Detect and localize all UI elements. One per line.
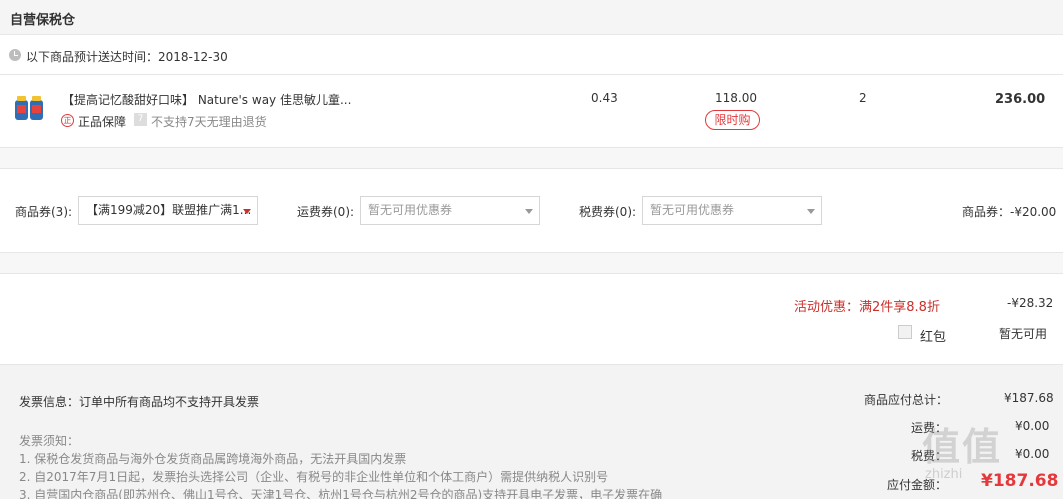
tax-coupon-placeholder: 暂无可用优惠券 xyxy=(650,203,735,217)
clock-icon xyxy=(9,49,21,61)
tax-value: 0.43 xyxy=(591,91,618,105)
delivery-time: 以下商品预计送达时间：2018-12-30 xyxy=(26,50,228,64)
goods-coupon-discount: 商品券：-¥20.00 xyxy=(962,205,1057,219)
promotion-label: 活动优惠：满2件享8.8折 xyxy=(794,300,940,315)
section-header: 自营保税仓 xyxy=(0,0,1063,35)
goods-coupon-label: 商品券(3): xyxy=(15,205,73,219)
invoice-notice-title: 发票须知： xyxy=(19,434,80,448)
goods-total-label: 商品应付总计： xyxy=(864,393,949,407)
return-policy-label: 不支持7天无理由退货 xyxy=(151,115,267,129)
goods-coupon-selected: 【满199减20】联盟推广满1... xyxy=(86,203,252,217)
invoice-notice-item: 2. 自2017年7月1日起，发票抬头选择公司（企业、有税号的非企业性单位和个体… xyxy=(19,470,609,484)
shipping-fee-value: ¥0.00 xyxy=(1015,419,1050,433)
product-thumbnail[interactable] xyxy=(14,91,46,123)
invoice-notice-item: 3. 自营国内仓商品(即苏州仓、佛山1号仓、天津1号仓、杭州1号仓与杭州2号仓的… xyxy=(19,488,663,499)
goods-total-value: ¥187.68 xyxy=(1004,391,1054,405)
redpacket-status: 暂无可用 xyxy=(999,327,1048,341)
chevron-down-icon xyxy=(525,209,533,214)
spacer xyxy=(0,253,1063,273)
tax-coupon-select[interactable]: 暂无可用优惠券 xyxy=(642,196,822,225)
divider xyxy=(0,168,1063,169)
section-title: 自营保税仓 xyxy=(10,13,76,28)
invoice-info: 发票信息：订单中所有商品均不支持开具发票 xyxy=(19,395,260,409)
chevron-down-icon xyxy=(807,209,815,214)
goods-coupon-select[interactable]: 【满199减20】联盟推广满1... xyxy=(78,196,258,225)
redpacket-checkbox[interactable] xyxy=(898,325,912,339)
spacer xyxy=(0,148,1063,168)
watermark: 值值 xyxy=(922,425,1003,469)
quantity: 2 xyxy=(859,91,867,105)
payable-value: ¥187.68 xyxy=(981,471,1059,491)
watermark-subtext: zhizhi xyxy=(925,467,963,482)
guarantee-label: 正品保障 xyxy=(78,115,127,129)
no-return-icon: 7 xyxy=(134,113,147,126)
shipping-coupon-select[interactable]: 暂无可用优惠券 xyxy=(360,196,540,225)
shipping-coupon-label: 运费券(0): xyxy=(297,205,355,219)
invoice-notice-item: 1. 保税仓发货商品与海外仓发货商品属跨境海外商品，无法开具国内发票 xyxy=(19,452,407,466)
product-name-link[interactable]: 【提高记忆酸甜好口味】 Nature's way 佳思敏儿童... xyxy=(62,91,351,108)
divider xyxy=(0,74,1063,75)
redpacket-label: 红包 xyxy=(920,330,947,345)
divider xyxy=(0,273,1063,274)
genuine-badge-icon: 正 xyxy=(61,114,74,127)
promotion-amount: -¥28.32 xyxy=(1007,296,1054,310)
subtotal: 236.00 xyxy=(995,92,1046,107)
shipping-coupon-placeholder: 暂无可用优惠券 xyxy=(368,203,453,217)
limited-time-badge: 限时购 xyxy=(705,110,760,130)
unit-price: 118.00 xyxy=(715,91,757,105)
tax-fee-value: ¥0.00 xyxy=(1015,447,1050,461)
chevron-down-icon xyxy=(243,209,251,214)
tax-coupon-label: 税费券(0): xyxy=(579,205,637,219)
